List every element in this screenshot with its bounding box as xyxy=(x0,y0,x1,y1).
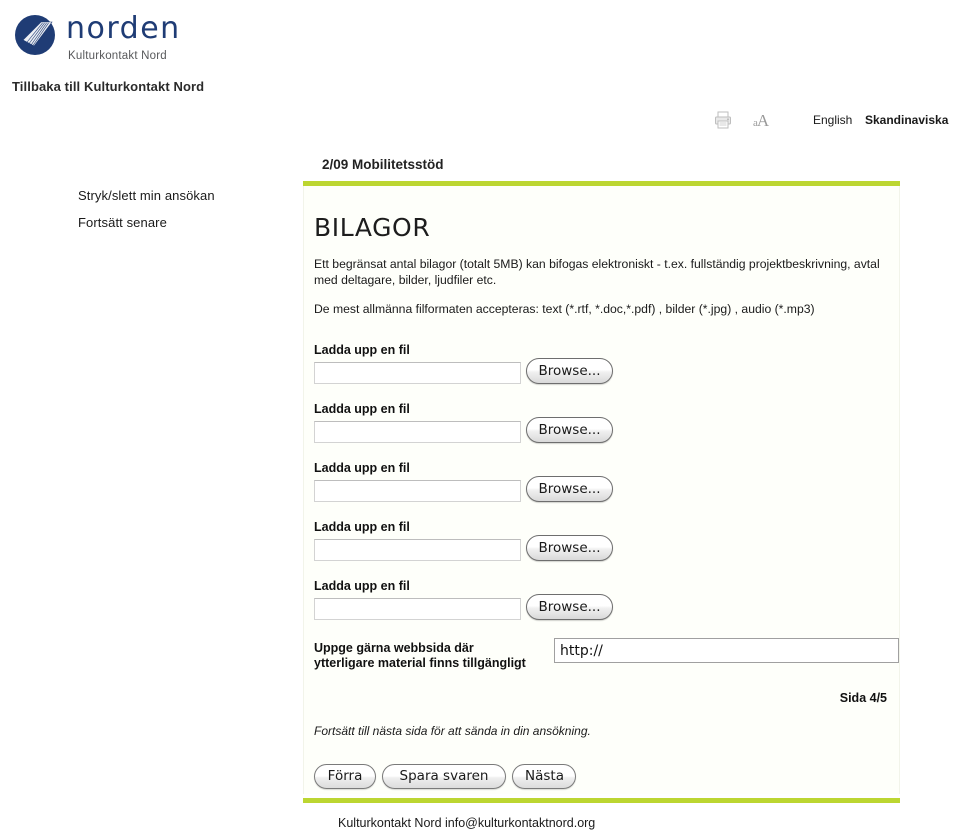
upload-label-3: Ladda upp en fil xyxy=(314,461,410,475)
footer-contact: Kulturkontakt Nord info@kulturkontaktnor… xyxy=(338,816,596,830)
section-heading: BILAGOR xyxy=(314,212,431,242)
page-title: 2/09 Mobilitetsstöd xyxy=(322,157,444,172)
save-answers-button[interactable]: Spara svaren xyxy=(382,764,506,789)
sidebar-item-continue-later[interactable]: Fortsätt senare xyxy=(78,215,293,230)
printer-icon[interactable] xyxy=(713,110,733,133)
text-size-icon[interactable]: aA xyxy=(753,111,769,133)
upload-input-2[interactable] xyxy=(314,421,521,443)
intro-paragraph-2: De mest allmänna filformaten accepteras:… xyxy=(314,302,815,317)
previous-button[interactable]: Förra xyxy=(314,764,376,789)
browse-button-1[interactable]: Browse... xyxy=(526,358,613,384)
text-size-large-letter: A xyxy=(756,111,769,130)
utility-bar: aA English Skandinaviska xyxy=(705,110,955,134)
site-logo[interactable]: norden Kulturkontakt Nord xyxy=(8,6,308,68)
upload-input-4[interactable] xyxy=(314,539,521,561)
website-label: Uppge gärna webbsida där ytterligare mat… xyxy=(314,641,526,670)
sidebar-item-delete-application[interactable]: Stryk/slett min ansökan xyxy=(78,188,293,203)
upload-row-5: Browse... xyxy=(314,594,714,622)
sidebar: Stryk/slett min ansökan Fortsätt senare xyxy=(78,188,293,242)
upload-group-3: Ladda upp en fil Browse... xyxy=(314,461,714,504)
browse-button-3[interactable]: Browse... xyxy=(526,476,613,502)
language-link-skandinaviska[interactable]: Skandinaviska xyxy=(865,113,948,127)
browse-button-5[interactable]: Browse... xyxy=(526,594,613,620)
upload-input-5[interactable] xyxy=(314,598,521,620)
back-to-kulturkontakt-nord-link[interactable]: Tillbaka till Kulturkontakt Nord xyxy=(12,79,204,94)
upload-group-5: Ladda upp en fil Browse... xyxy=(314,579,714,622)
upload-input-3[interactable] xyxy=(314,480,521,502)
upload-group-4: Ladda upp en fil Browse... xyxy=(314,520,714,563)
intro-paragraph-1: Ett begränsat antal bilagor (totalt 5MB)… xyxy=(314,257,880,288)
upload-row-1: Browse... xyxy=(314,358,714,386)
page-counter: Sida 4/5 xyxy=(839,691,887,705)
upload-row-3: Browse... xyxy=(314,476,714,504)
browse-button-4[interactable]: Browse... xyxy=(526,535,613,561)
upload-label-5: Ladda upp en fil xyxy=(314,579,410,593)
logo-subtitle: Kulturkontakt Nord xyxy=(68,50,167,62)
browse-button-2[interactable]: Browse... xyxy=(526,417,613,443)
upload-label-2: Ladda upp en fil xyxy=(314,402,410,416)
upload-row-4: Browse... xyxy=(314,535,714,563)
form-content-panel: BILAGOR Ett begränsat antal bilagor (tot… xyxy=(303,186,900,794)
upload-row-2: Browse... xyxy=(314,417,714,445)
upload-input-1[interactable] xyxy=(314,362,521,384)
continue-note: Fortsätt till nästa sida för att sända i… xyxy=(314,724,591,738)
upload-label-1: Ladda upp en fil xyxy=(314,343,410,357)
accent-divider-bottom xyxy=(303,798,900,803)
upload-label-4: Ladda upp en fil xyxy=(314,520,410,534)
upload-group-1: Ladda upp en fil Browse... xyxy=(314,343,714,386)
language-link-english[interactable]: English xyxy=(813,113,852,127)
upload-group-2: Ladda upp en fil Browse... xyxy=(314,402,714,445)
next-button[interactable]: Nästa xyxy=(512,764,576,789)
logo-wordmark: norden xyxy=(66,11,181,46)
website-input[interactable] xyxy=(554,638,899,663)
norden-circle-logo-icon xyxy=(14,14,56,56)
